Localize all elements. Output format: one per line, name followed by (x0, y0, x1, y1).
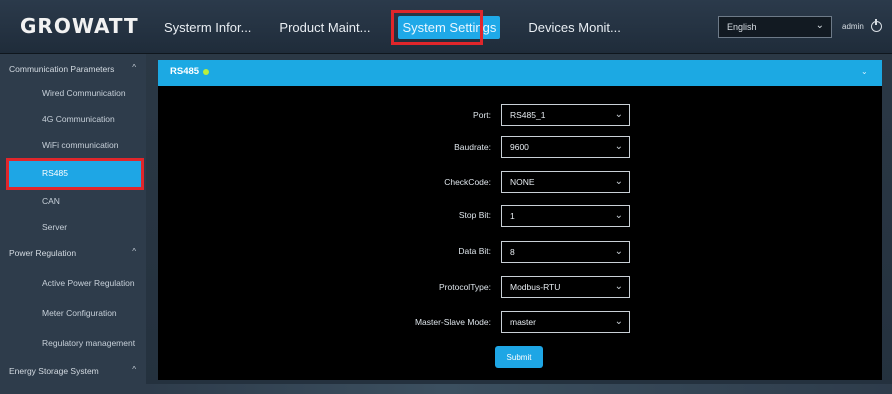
databit-select[interactable]: 8 ⌄ (501, 241, 630, 263)
checkcode-select[interactable]: NONE ⌄ (501, 171, 630, 193)
submit-button[interactable]: Submit (495, 346, 543, 368)
chevron-down-icon: ⌄ (614, 246, 623, 257)
panel-title: RS485 (170, 66, 200, 77)
chevron-down-icon: ⌄ (614, 141, 623, 152)
master-slave-select[interactable]: master ⌄ (501, 311, 630, 333)
chevron-up-icon: ^ (132, 247, 136, 256)
chevron-up-icon: ^ (132, 63, 136, 72)
protocoltype-label: ProtocolType: (439, 282, 491, 292)
status-dot (203, 69, 209, 75)
chevron-down-icon: ⌄ (614, 109, 623, 120)
port-select[interactable]: RS485_1 ⌄ (501, 104, 630, 126)
chevron-down-icon: ⌄ (614, 316, 623, 327)
sidebar-item-active-power[interactable]: Active Power Regulation (0, 268, 146, 298)
databit-label: Data Bit: (458, 246, 491, 256)
chevron-down-icon: ⌄ (614, 176, 623, 187)
bottom-strip (146, 384, 892, 394)
power-icon[interactable] (871, 19, 882, 32)
checkcode-label: CheckCode: (444, 177, 491, 187)
growatt-logo: GROWATT (20, 14, 139, 38)
chevron-up-icon: ^ (132, 365, 136, 374)
port-label: Port: (473, 110, 491, 120)
panel-header[interactable] (158, 60, 882, 86)
chevron-down-icon: ⌄ (614, 281, 623, 292)
nav-system-info[interactable]: Systerm Infor... (150, 0, 265, 54)
nav-system-settings[interactable]: System Settings (384, 0, 514, 54)
master-slave-label: Master-Slave Mode: (414, 317, 491, 327)
nav-product-maintenance[interactable]: Product Maint... (265, 0, 384, 54)
sidebar-group-energy-storage[interactable]: Energy Storage System ^ (0, 356, 146, 386)
protocoltype-select[interactable]: Modbus-RTU ⌄ (501, 276, 630, 298)
stopbit-label: Stop Bit: (458, 210, 491, 220)
language-select[interactable]: English ⌄ (718, 16, 832, 38)
top-navbar: GROWATT Systerm Infor... Product Maint..… (0, 0, 892, 54)
chevron-down-icon: ⌄ (614, 210, 623, 221)
sidebar-item-meter[interactable]: Meter Configuration (0, 298, 146, 328)
chevron-down-icon[interactable]: ⌄ (861, 67, 868, 76)
stopbit-select[interactable]: 1 ⌄ (501, 205, 630, 227)
baudrate-select[interactable]: 9600 ⌄ (501, 136, 630, 158)
sidebar-item-regulatory[interactable]: Regulatory management (0, 328, 146, 358)
nav-devices-monitor[interactable]: Devices Monit... (514, 0, 634, 54)
user-name: admin (842, 22, 864, 31)
main-nav: Systerm Infor... Product Maint... System… (150, 0, 635, 54)
chevron-down-icon: ⌄ (815, 20, 824, 31)
sidebar: Communication Parameters ^ Wired Communic… (0, 54, 146, 394)
highlight-box (391, 10, 484, 45)
sidebar-item-wifi[interactable]: WiFi communication (0, 130, 146, 160)
highlight-box (6, 158, 144, 190)
sidebar-group-power[interactable]: Power Regulation ^ (0, 238, 146, 268)
baudrate-label: Baudrate: (454, 142, 491, 152)
